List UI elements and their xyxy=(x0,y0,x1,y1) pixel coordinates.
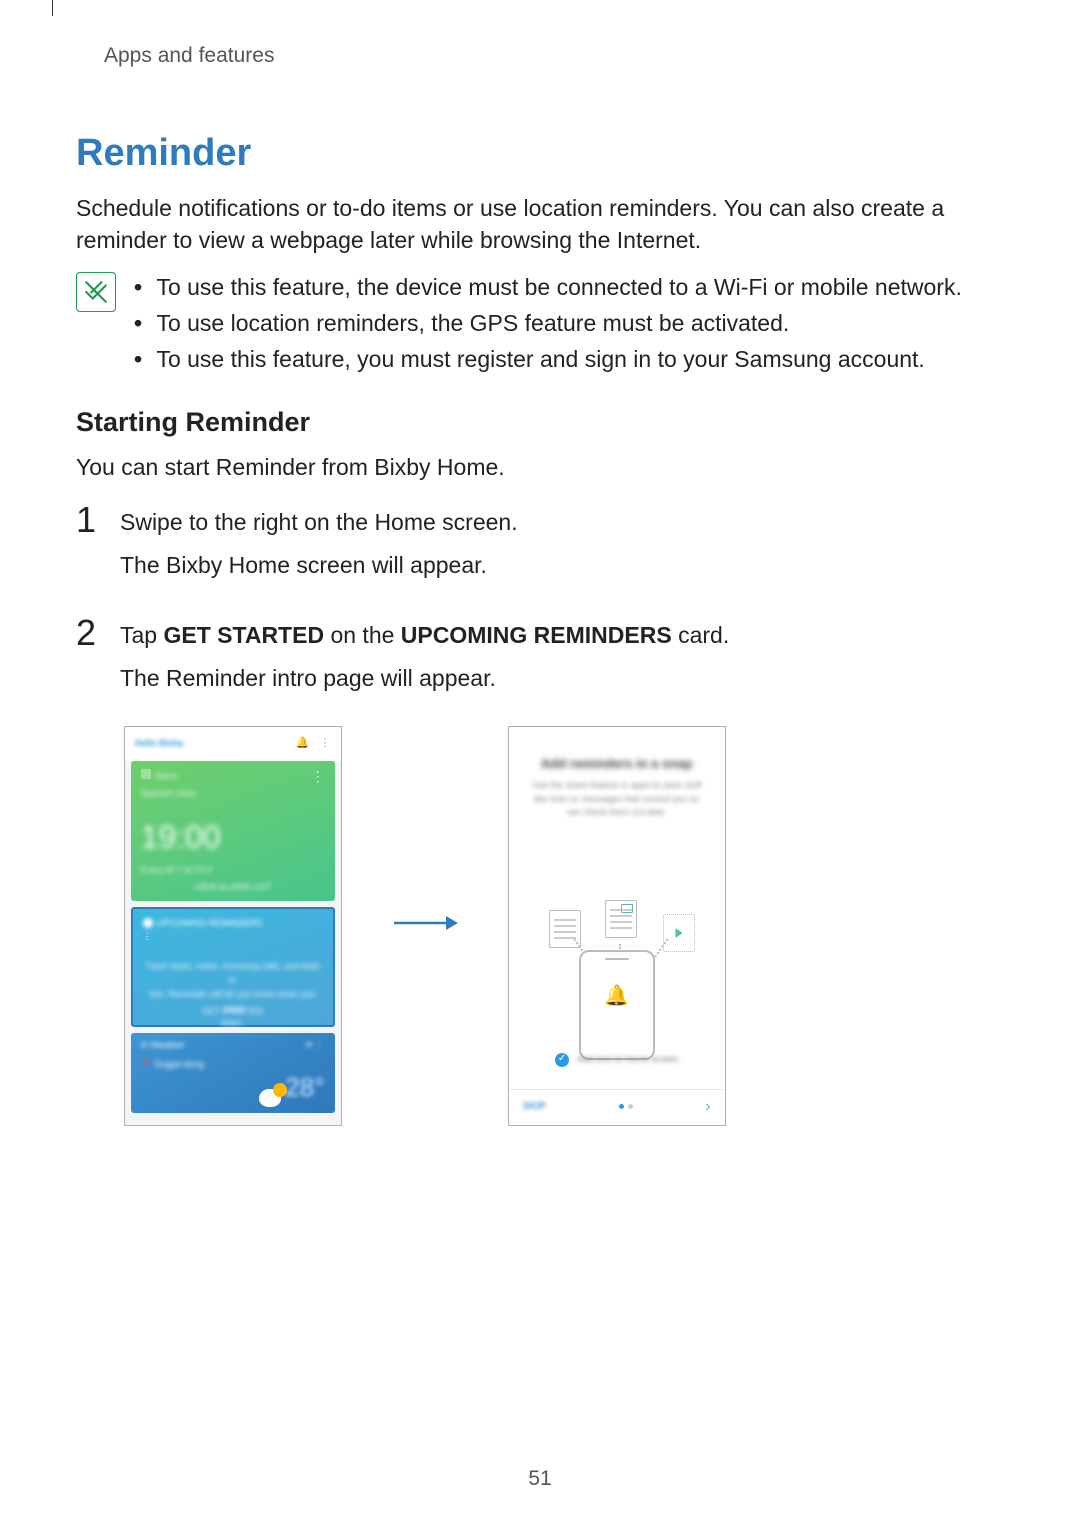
screenshot-figure: Hello Bixby 🔔 ⋮ Alarm ⋮ Spanish cla xyxy=(120,726,729,1126)
subheading: Starting Reminder xyxy=(76,407,1004,438)
note-item: To use this feature, you must register a… xyxy=(134,342,962,378)
bell-icon: 🔔 xyxy=(296,736,310,752)
get-started-button: GET STARTED xyxy=(133,1005,333,1018)
weather-temp: 28° xyxy=(285,1069,324,1107)
checkmark-icon: ✓ xyxy=(555,1053,569,1067)
bixby-greeting: Hello Bixby xyxy=(135,737,184,750)
step-2-instruction: Tap GET STARTED on the UPCOMING REMINDER… xyxy=(120,619,729,652)
checkbox-label-blurred: Add icon to Home screen xyxy=(577,1053,678,1066)
blurred-button: VIEW ALARM LIST xyxy=(131,881,335,894)
screenshot-bixby-home: Hello Bixby 🔔 ⋮ Alarm ⋮ Spanish cla xyxy=(124,726,342,1126)
step-1-line-2: The Bixby Home screen will appear. xyxy=(120,549,518,582)
intro-illustration: 🔔 xyxy=(509,860,725,1040)
refresh-icon: ⟳ Weather xyxy=(141,1039,185,1052)
page-margin-rule xyxy=(52,0,77,16)
feature-intro: Schedule notifications or to-do items or… xyxy=(76,193,1004,256)
note-item: To use this feature, the device must be … xyxy=(134,270,962,306)
step-number: 2 xyxy=(76,615,100,651)
note-block: To use this feature, the device must be … xyxy=(76,270,1004,377)
note-icon xyxy=(76,272,116,312)
note-list: To use this feature, the device must be … xyxy=(134,270,962,377)
phone-outline-icon: 🔔 xyxy=(579,950,655,1060)
bell-icon: 🔔 xyxy=(604,982,629,1011)
upcoming-reminders-card: UPCOMING REMINDERS ⋮ Track tasks, notes,… xyxy=(131,907,335,1027)
skip-button-blurred: SKIP xyxy=(523,1100,546,1115)
page-dots xyxy=(617,1100,635,1113)
add-to-home-checkbox-row: ✓ Add icon to Home screen xyxy=(509,1053,725,1067)
more-icon: ⋮ xyxy=(320,736,331,752)
step-2: 2 Tap GET STARTED on the UPCOMING REMIND… xyxy=(76,615,1004,1126)
bixby-header-icons: 🔔 ⋮ xyxy=(296,736,331,752)
more-icon: ⋮ xyxy=(143,931,152,941)
page-number: 51 xyxy=(0,1467,1080,1491)
screenshot-reminder-intro: Add reminders in a snap Use the share fe… xyxy=(508,726,726,1126)
intro-title-blurred: Add reminders in a snap xyxy=(527,755,707,774)
locate-icon: ⟳ xyxy=(306,1040,314,1050)
weather-icon xyxy=(259,1089,281,1107)
weather-card: ⟳ Weather ⟳ ⋮ 📍 Gugye-dong 28° xyxy=(131,1033,335,1113)
step-2-line-2: The Reminder intro page will appear. xyxy=(120,662,729,695)
intro-bottom-bar: SKIP › xyxy=(509,1089,725,1125)
step-1: 1 Swipe to the right on the Home screen.… xyxy=(76,502,1004,593)
bixby-header: Hello Bixby 🔔 ⋮ xyxy=(125,727,341,761)
feature-title: Reminder xyxy=(76,132,1004,175)
subheading-intro: You can start Reminder from Bixby Home. xyxy=(76,452,1004,484)
intro-subtitle-blurred: Use the share feature in apps to save st… xyxy=(531,779,703,820)
more-icon: ⋮ xyxy=(316,1040,325,1050)
step-1-line-1: Swipe to the right on the Home screen. xyxy=(120,506,518,539)
step-list: 1 Swipe to the right on the Home screen.… xyxy=(76,502,1004,1125)
chevron-right-icon: › xyxy=(705,1095,710,1118)
alarm-card: Alarm ⋮ Spanish class 19:00 Every M T W … xyxy=(131,761,335,901)
doc-mail-icon xyxy=(605,900,637,938)
doc-play-icon xyxy=(663,914,695,952)
running-header: Apps and features xyxy=(104,44,1004,68)
arrow-right-icon xyxy=(392,909,458,942)
step-number: 1 xyxy=(76,502,100,538)
alarm-time: 19:00 xyxy=(141,814,325,860)
note-item: To use location reminders, the GPS featu… xyxy=(134,306,962,342)
page: Apps and features Reminder Schedule noti… xyxy=(0,0,1080,1527)
